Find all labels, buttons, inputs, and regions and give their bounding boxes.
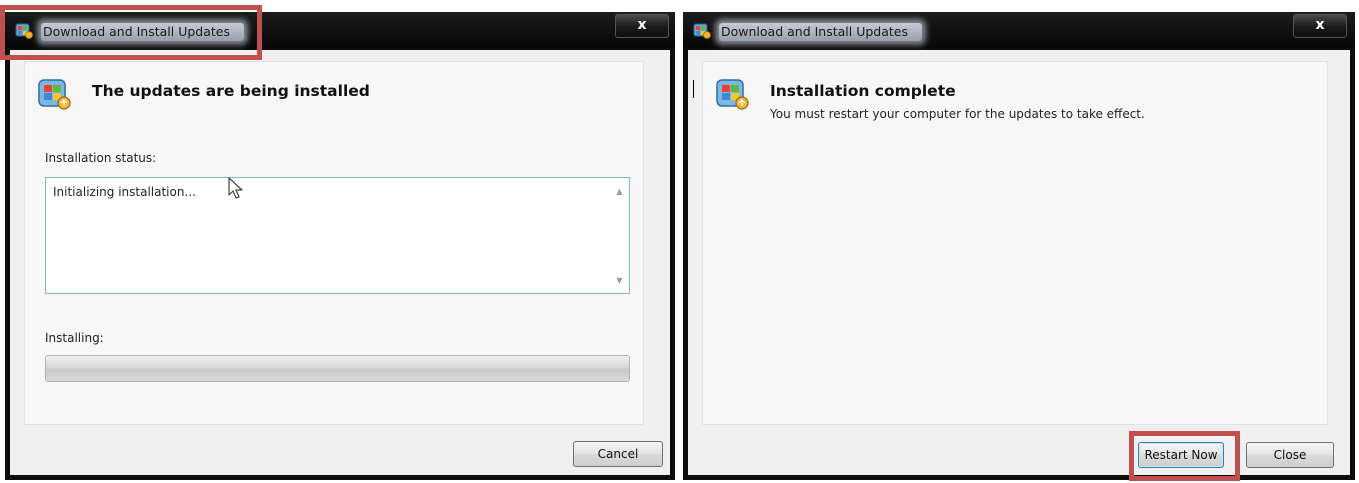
title-highlight-box (0, 5, 262, 60)
installing-progress-bar (45, 355, 630, 382)
scroll-up-arrow-icon[interactable]: ▲ (615, 188, 624, 196)
mouse-pointer-icon (228, 177, 243, 199)
installing-updates-window: Download and Install Updates x The updat… (5, 12, 675, 480)
dialog-heading: Installation complete (770, 82, 956, 100)
installation-complete-window: Download and Install Updates x Installat… (683, 12, 1355, 480)
windows-update-icon (693, 23, 711, 39)
title-bar: Download and Install Updates x (683, 12, 1355, 48)
close-button[interactable]: Close (1246, 442, 1334, 468)
scroll-down-arrow-icon[interactable]: ▼ (615, 277, 624, 285)
close-window-button[interactable]: x (1293, 14, 1347, 38)
windows-update-icon (38, 79, 71, 110)
close-window-button[interactable]: x (615, 14, 669, 38)
content-panel: Installation complete You must restart y… (702, 61, 1328, 425)
window-title: Download and Install Updates (719, 23, 922, 41)
windows-update-icon (716, 79, 749, 110)
installation-status-text: Initializing installation... (53, 185, 196, 199)
installation-status-label: Installation status: (45, 151, 157, 165)
cancel-button[interactable]: Cancel (573, 441, 663, 467)
installing-label: Installing: (45, 331, 104, 345)
text-caret (693, 80, 694, 98)
dialog-heading: The updates are being installed (92, 82, 370, 100)
window-client-area: Installation complete You must restart y… (688, 50, 1350, 475)
content-panel: The updates are being installed Installa… (24, 61, 644, 425)
restart-message: You must restart your computer for the u… (770, 107, 1145, 121)
restart-highlight-box (1129, 431, 1240, 481)
window-client-area: The updates are being installed Installa… (10, 50, 670, 475)
installation-status-box[interactable]: Initializing installation... ▲ ▼ (45, 177, 630, 294)
